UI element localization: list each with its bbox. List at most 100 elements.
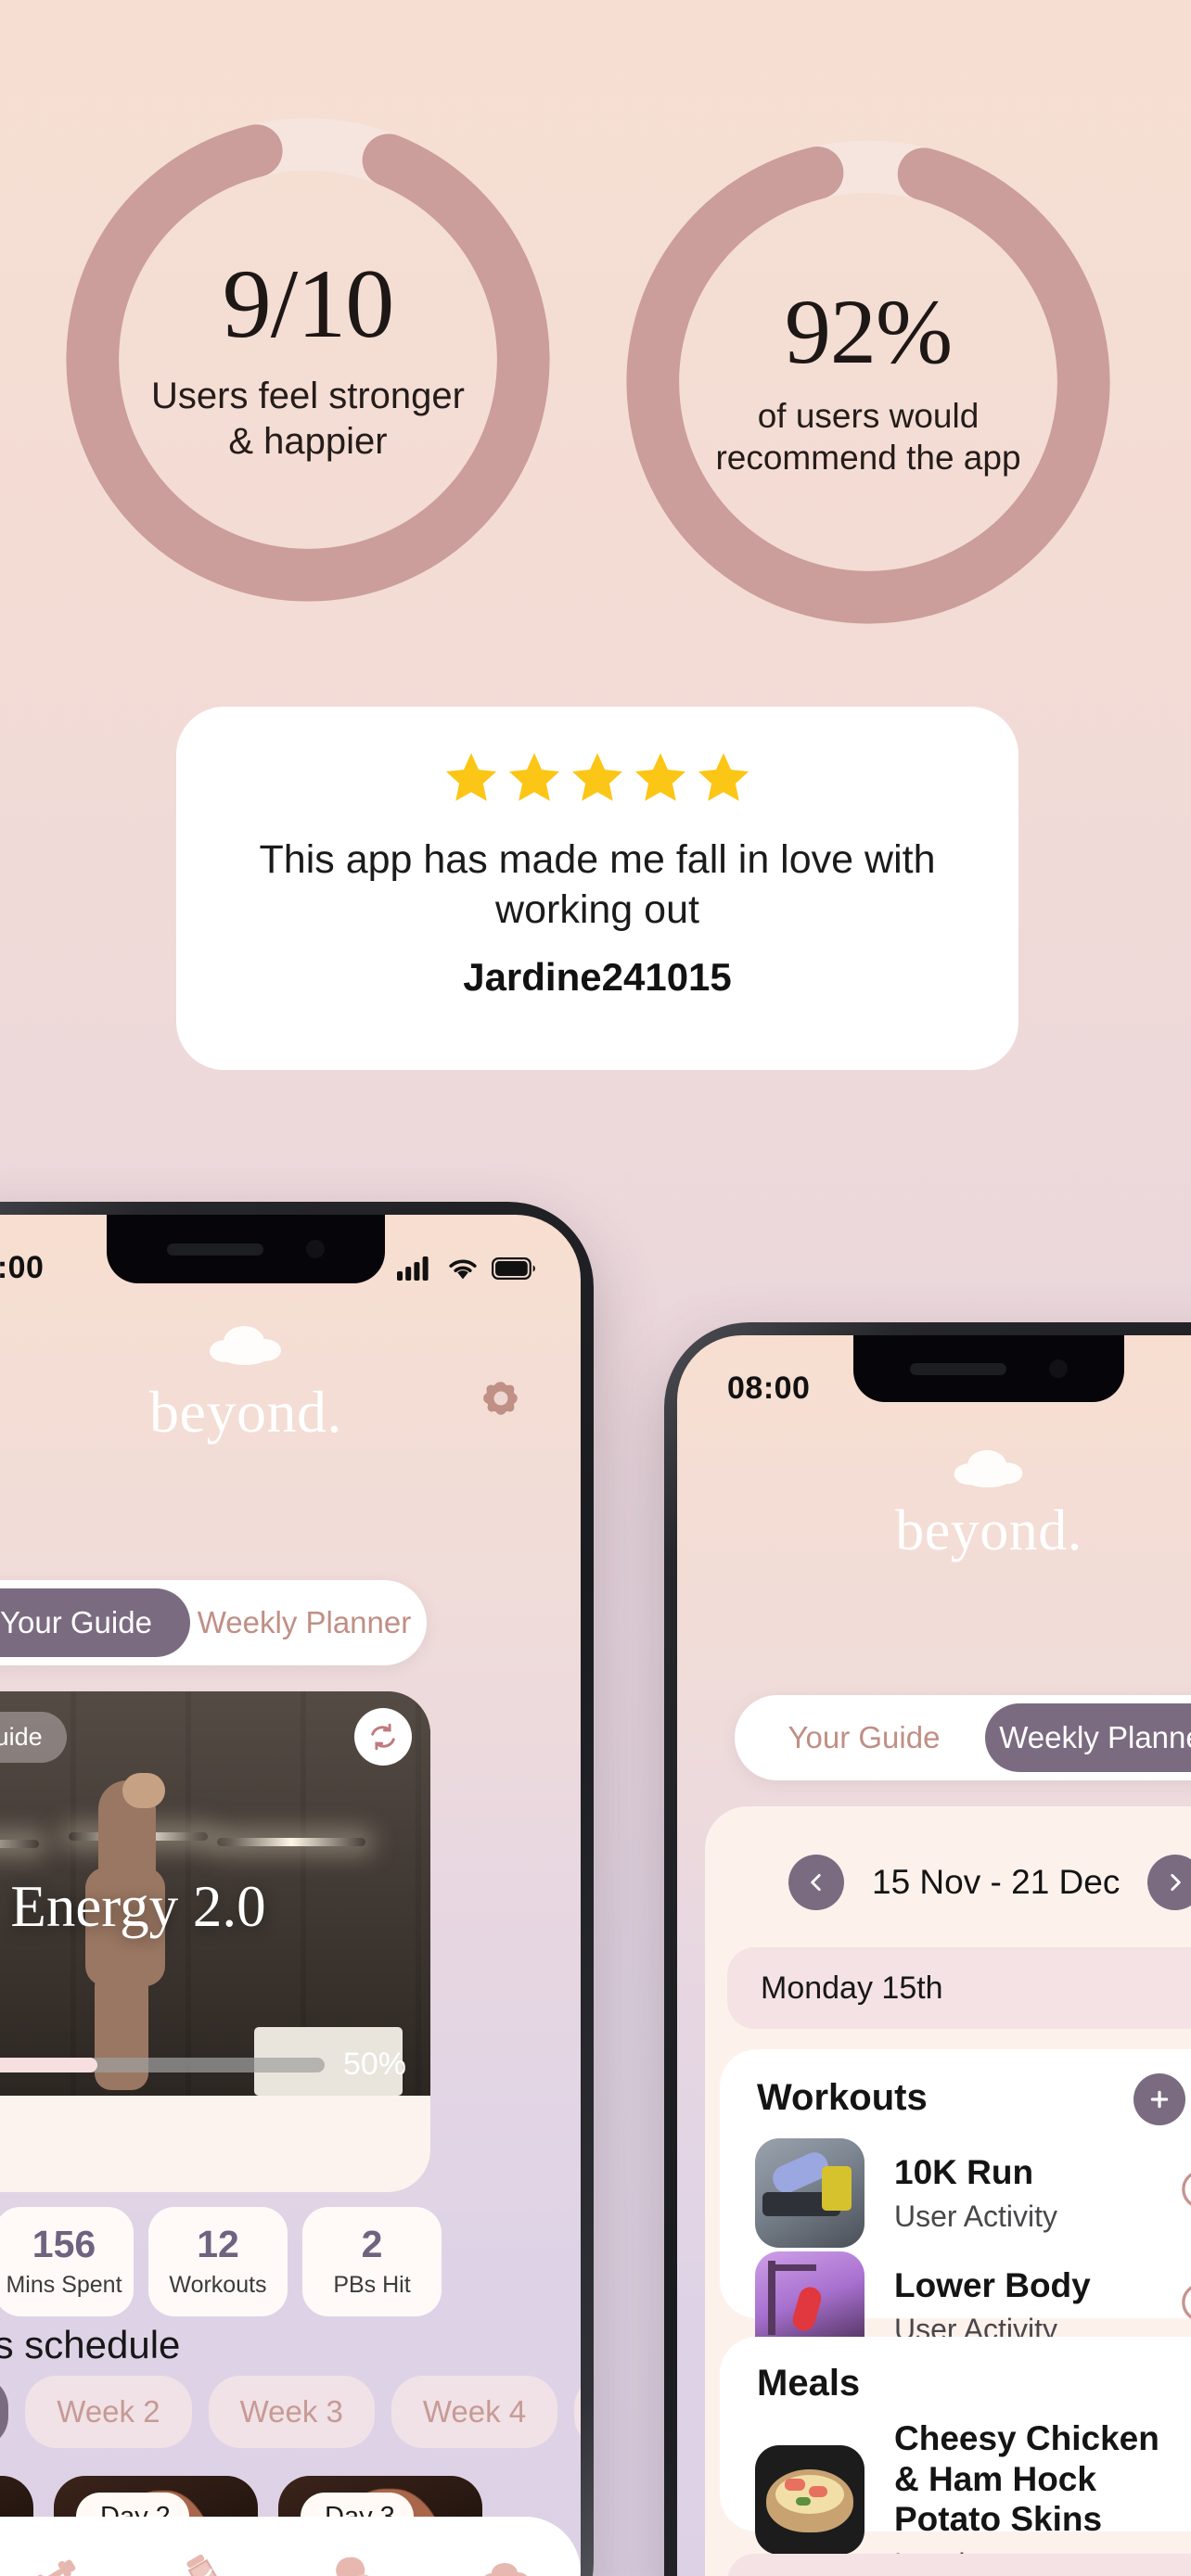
guide-title: Energy 2.0 — [10, 1874, 266, 1939]
wifi-icon — [449, 1259, 477, 1280]
workouts-schedule-title: Workouts schedule — [0, 2323, 181, 2366]
tab-workouts[interactable] — [0, 2550, 129, 2576]
chat-icon — [336, 2557, 370, 2576]
signal-icon — [397, 1256, 429, 1281]
review-card: This app has made me fall in love with w… — [176, 707, 1018, 1070]
tab-weekly-planner[interactable]: Weekly Planner — [190, 1588, 418, 1657]
view-toggle[interactable]: Your Guide Weekly Planner — [0, 1580, 427, 1665]
tab-weekly-planner[interactable]: Weekly Planner — [985, 1703, 1191, 1772]
battery-icon — [492, 1257, 535, 1281]
stat-label: Users feel stronger & happier — [151, 376, 465, 462]
stat-value: 92% — [784, 279, 953, 383]
dumbbell-icon — [35, 2559, 75, 2576]
star-icon — [571, 753, 623, 801]
stat-card: 2 PBs Hit — [302, 2207, 442, 2316]
week-tabs[interactable]: Week 1 Week 2 Week 3 Week 4 Week 5 — [0, 2376, 581, 2448]
date-navigator[interactable]: 15 Nov - 21 Dec — [788, 1855, 1191, 1910]
prev-week-button[interactable] — [788, 1855, 844, 1910]
star-rating — [442, 749, 752, 807]
week-tab-3[interactable]: Week 3 — [208, 2376, 375, 2448]
star-icon — [698, 753, 749, 801]
progress-fill — [0, 2057, 97, 2072]
next-week-button[interactable] — [1147, 1855, 1191, 1910]
remove-circle-icon[interactable] — [1178, 2166, 1191, 2213]
week-tab-1[interactable]: Week 1 — [0, 2376, 9, 2448]
brand-logo: beyond. — [895, 1499, 1082, 1562]
tab-beyond[interactable] — [430, 2557, 581, 2576]
stat-value: 156 — [32, 2222, 96, 2265]
plus-icon — [1133, 2073, 1186, 2125]
remove-circle-icon[interactable] — [1178, 2279, 1191, 2326]
tab-nutrition[interactable] — [129, 2551, 279, 2576]
tab-your-guide[interactable]: Your Guide — [743, 1703, 985, 1772]
cloud-icon — [954, 1449, 1023, 1488]
earpiece-speaker — [167, 1243, 263, 1256]
meal-thumbnail — [755, 2444, 864, 2555]
view-toggle[interactable]: Your Guide Weekly Planner — [735, 1695, 1191, 1780]
stat-ring-recommend: 92% of users would recommend the app — [618, 132, 1119, 632]
star-icon — [508, 753, 560, 801]
chevron-left-icon — [811, 1874, 821, 1891]
week-tab-5[interactable]: Week 5 — [574, 2376, 581, 2448]
stat-label: of users would recommend the app — [715, 396, 1021, 477]
workouts-title: Workouts — [757, 2077, 928, 2118]
hero-stats: 9/10 Users feel stronger & happier 92% o… — [0, 109, 1191, 629]
workout-row[interactable]: 10K Run User Activity — [755, 2138, 1057, 2248]
guide-cover-image: Current guide Energy 2.0 50% — [0, 1691, 430, 2096]
add-workout-button[interactable]: Add Wo — [1133, 2073, 1191, 2125]
week-tab-4[interactable]: Week 4 — [391, 2376, 558, 2448]
star-icon — [634, 753, 686, 801]
phone-screen: 08:00 beyond. Your Guide Weekly Planner — [677, 1335, 1191, 2576]
date-range-label: 15 Nov - 21 Dec — [872, 1863, 1121, 1901]
earpiece-speaker — [910, 1362, 1006, 1375]
bottle-icon — [186, 2554, 222, 2576]
stat-ring-users-feel: 9/10 Users feel stronger & happier — [58, 109, 558, 610]
star-icon — [445, 753, 497, 801]
refresh-icon[interactable] — [354, 1708, 412, 1766]
meals-card: Meals Add Cheesy C — [720, 2337, 1191, 2576]
phone-screen: 08:00 — [0, 1215, 581, 2576]
day-header-monday[interactable]: Monday 15th — [727, 1947, 1191, 2029]
week-tab-2[interactable]: Week 2 — [25, 2376, 192, 2448]
progress-label: 50% — [342, 2047, 406, 2082]
phone-mockup-planner: 08:00 beyond. Your Guide Weekly Planner — [664, 1322, 1191, 2576]
status-time: 08:00 — [727, 1370, 811, 1406]
current-guide-badge: Current guide — [0, 1712, 67, 1763]
workouts-card: Workouts Add Wo 10K Run User Ac — [720, 2049, 1191, 2361]
review-text: This app has made me fall in love with w… — [259, 837, 936, 933]
cloud-icon — [210, 1326, 281, 1365]
chevron-right-icon — [1171, 1874, 1182, 1891]
stat-value: 2 — [361, 2222, 383, 2265]
workout-name: Lower Body — [894, 2265, 1091, 2304]
meals-title: Meals — [757, 2363, 861, 2404]
tab-your-guide[interactable]: Your Guide — [0, 1588, 190, 1657]
tab-community[interactable] — [279, 2550, 429, 2576]
stat-label: Mins Spent — [6, 2271, 122, 2298]
brand-logo: beyond. — [149, 1379, 342, 1445]
guide-stats-row: 3000 Kg Lifted 156 Mins Spent 12 Workout… — [0, 2207, 442, 2316]
front-camera — [306, 1240, 325, 1258]
guide-progress: 50% — [0, 2047, 430, 2083]
cloud-icon — [484, 2563, 528, 2576]
stat-card: 12 Workouts — [148, 2207, 288, 2316]
stat-label: PBs Hit — [333, 2271, 411, 2298]
review-author: Jardine241015 — [463, 955, 732, 1000]
planner-panel: 15 Nov - 21 Dec Monday 15th Workouts Add… — [705, 1806, 1191, 2576]
meal-name: Cheesy Chicken & Ham Hock Potato Skins — [894, 2419, 1159, 2539]
front-camera — [1049, 1359, 1068, 1378]
current-guide-card[interactable]: Current guide Energy 2.0 50% — [0, 1691, 430, 2192]
app-header: beyond. — [677, 1443, 1191, 1564]
workout-row-actions[interactable] — [1178, 2279, 1191, 2326]
notch — [853, 1335, 1124, 1402]
workout-thumbnail — [755, 2138, 864, 2248]
workout-row-actions[interactable] — [1178, 2166, 1191, 2213]
stat-value: 12 — [197, 2222, 239, 2265]
workout-name: 10K Run — [894, 2152, 1034, 2191]
bottom-tab-bar[interactable] — [0, 2517, 581, 2576]
meal-row[interactable]: Cheesy Chicken & Ham Hock Potato Skins L… — [755, 2418, 1172, 2576]
day-header-tuesday[interactable]: Tuesday 16th — [727, 2554, 1191, 2576]
app-header: beyond. — [0, 1319, 581, 1447]
stat-card: 156 Mins Spent — [0, 2207, 134, 2316]
stat-value: 9/10 — [222, 249, 394, 359]
progress-track — [0, 2057, 325, 2072]
